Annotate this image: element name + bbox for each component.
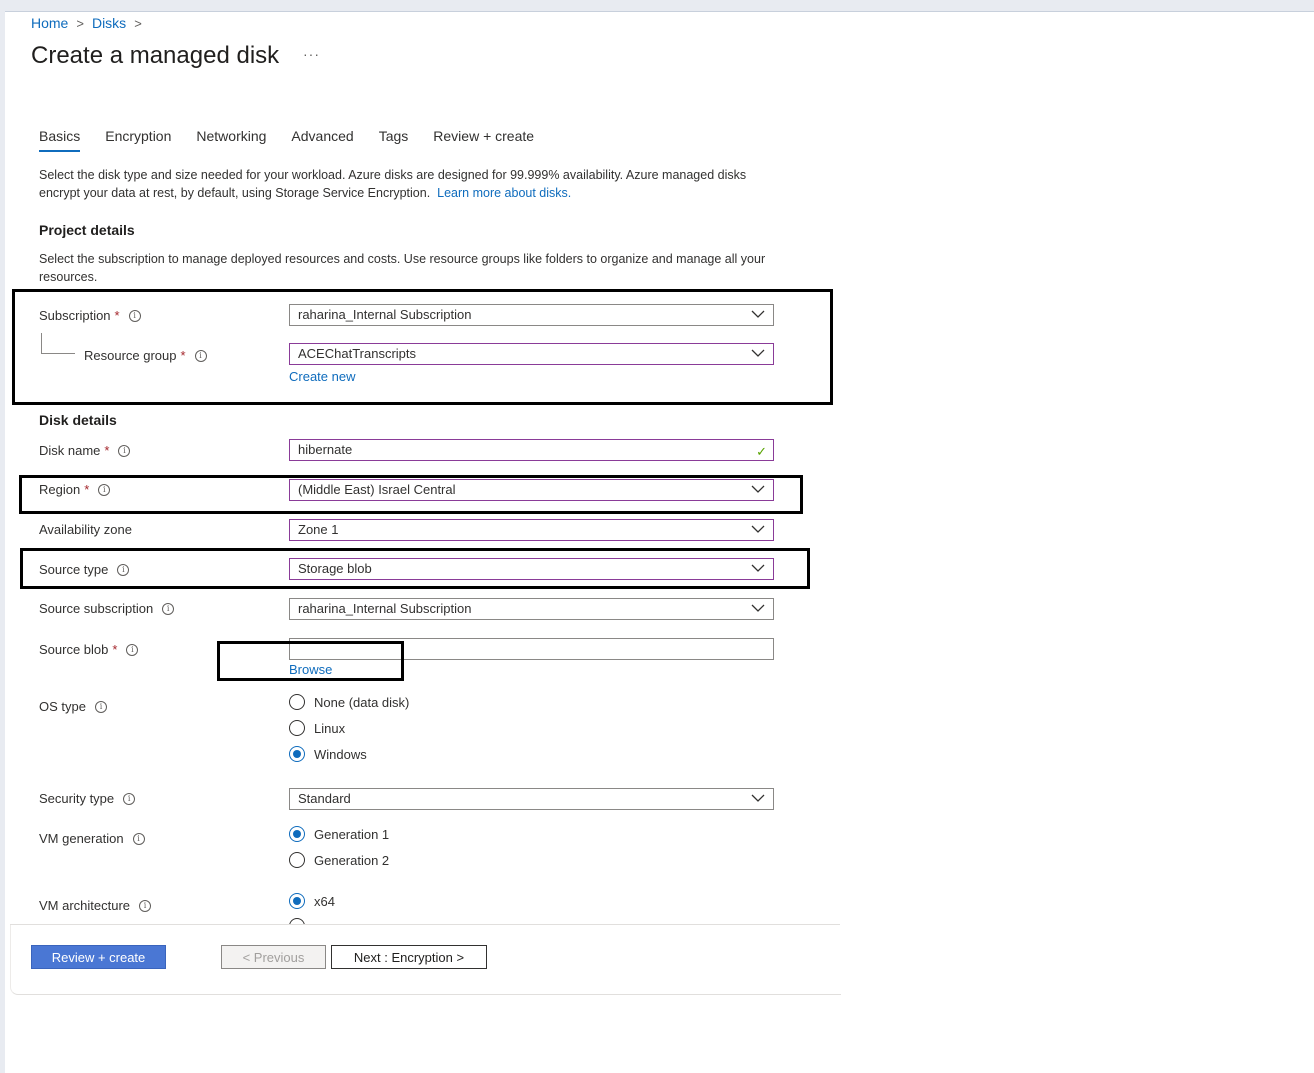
tab-basics[interactable]: Basics [39, 128, 81, 152]
vm-generation-label: VM generation i [39, 831, 145, 846]
vm-architecture-option-label: x64 [314, 893, 335, 909]
radio-button[interactable] [289, 852, 305, 868]
info-icon[interactable]: i [132, 832, 145, 845]
vm-architecture-option-x64[interactable]: x64 [289, 893, 335, 909]
chevron-down-icon [751, 604, 765, 612]
tab-tags[interactable]: Tags [379, 128, 409, 152]
availability-zone-value: Zone 1 [298, 522, 339, 537]
source-subscription-label-text: Source subscription [39, 601, 154, 616]
radio-button[interactable] [289, 720, 305, 736]
os-type-option-linux[interactable]: Linux [289, 720, 345, 736]
chevron-right-icon: > [76, 15, 84, 31]
previous-button[interactable]: < Previous [221, 945, 326, 969]
intro-description: Select the disk type and size needed for… [39, 166, 779, 202]
breadcrumb: Home > Disks > [31, 15, 144, 31]
chevron-down-icon [751, 794, 765, 802]
chevron-right-icon: > [134, 15, 142, 31]
info-icon[interactable]: i [139, 899, 152, 912]
source-blob-label: Source blob * i [39, 642, 139, 657]
radio-button-selected[interactable] [289, 746, 305, 762]
left-strip [0, 11, 5, 1073]
vm-generation-option-label: Generation 1 [314, 826, 390, 842]
security-type-label-text: Security type [39, 791, 115, 806]
source-subscription-value: raharina_Internal Subscription [298, 601, 472, 616]
availability-zone-label: Availability zone [39, 522, 132, 537]
security-type-dropdown[interactable]: Standard [289, 788, 774, 810]
radio-button[interactable] [289, 694, 305, 710]
breadcrumb-home[interactable]: Home [31, 15, 68, 31]
disk-name-value: hibernate [298, 442, 353, 457]
disk-details-heading: Disk details [39, 412, 117, 428]
page-title: Create a managed disk [31, 42, 280, 69]
chevron-down-icon [751, 525, 765, 533]
info-icon[interactable]: i [162, 602, 175, 615]
required-marker: * [104, 443, 110, 458]
info-icon[interactable]: i [94, 700, 107, 713]
vm-generation-option-2[interactable]: Generation 2 [289, 852, 389, 868]
security-type-value: Standard [298, 791, 351, 806]
availability-zone-label-text: Availability zone [39, 522, 132, 537]
project-details-heading: Project details [39, 222, 135, 238]
source-subscription-dropdown[interactable]: raharina_Internal Subscription [289, 598, 774, 620]
vm-generation-option-1[interactable]: Generation 1 [289, 826, 389, 842]
annotation-box-source-blob [217, 641, 404, 681]
vm-architecture-label: VM architecture i [39, 898, 152, 913]
radio-button-selected[interactable] [289, 893, 305, 909]
os-type-option-windows[interactable]: Windows [289, 746, 367, 762]
os-type-option-label: Windows [314, 746, 367, 762]
vm-generation-label-text: VM generation [39, 831, 124, 846]
os-type-label-text: OS type [39, 699, 86, 714]
radio-button-selected[interactable] [289, 826, 305, 842]
learn-more-link[interactable]: Learn more about disks. [437, 186, 571, 200]
review-create-button[interactable]: Review + create [31, 945, 166, 969]
info-icon[interactable]: i [123, 792, 136, 805]
source-blob-label-text: Source blob [39, 642, 109, 657]
disk-name-input[interactable]: hibernate ✓ [289, 439, 774, 461]
tab-advanced[interactable]: Advanced [291, 128, 353, 152]
breadcrumb-disks[interactable]: Disks [92, 15, 126, 31]
os-type-option-label: Linux [314, 720, 346, 736]
next-encryption-button[interactable]: Next : Encryption > [331, 945, 487, 969]
required-marker: * [112, 642, 118, 657]
annotation-box-region [19, 475, 803, 514]
disk-name-label: Disk name * i [39, 443, 131, 458]
availability-zone-dropdown[interactable]: Zone 1 [289, 519, 774, 541]
vm-generation-option-label: Generation 2 [314, 852, 390, 868]
info-icon[interactable]: i [118, 444, 131, 457]
os-type-option-label: None (data disk) [314, 694, 410, 710]
vm-architecture-label-text: VM architecture [39, 898, 131, 913]
more-options-icon[interactable]: ··· [303, 46, 320, 62]
annotation-box-project [12, 289, 833, 405]
tab-networking[interactable]: Networking [196, 128, 266, 152]
footer-divider [10, 924, 840, 925]
security-type-label: Security type i [39, 791, 136, 806]
checkmark-icon: ✓ [756, 444, 767, 459]
info-icon[interactable]: i [126, 643, 139, 656]
intro-text: Select the disk type and size needed for… [39, 168, 747, 200]
os-type-label: OS type i [39, 699, 107, 714]
os-type-option-none[interactable]: None (data disk) [289, 694, 409, 710]
top-bar [0, 0, 1314, 12]
tab-encryption[interactable]: Encryption [105, 128, 171, 152]
tab-bar: Basics Encryption Networking Advanced Ta… [39, 128, 559, 152]
disk-name-label-text: Disk name [39, 443, 101, 458]
project-description: Select the subscription to manage deploy… [39, 252, 766, 284]
source-subscription-label: Source subscription i [39, 601, 175, 616]
tab-review-create[interactable]: Review + create [433, 128, 534, 152]
annotation-box-source-type [20, 548, 810, 589]
